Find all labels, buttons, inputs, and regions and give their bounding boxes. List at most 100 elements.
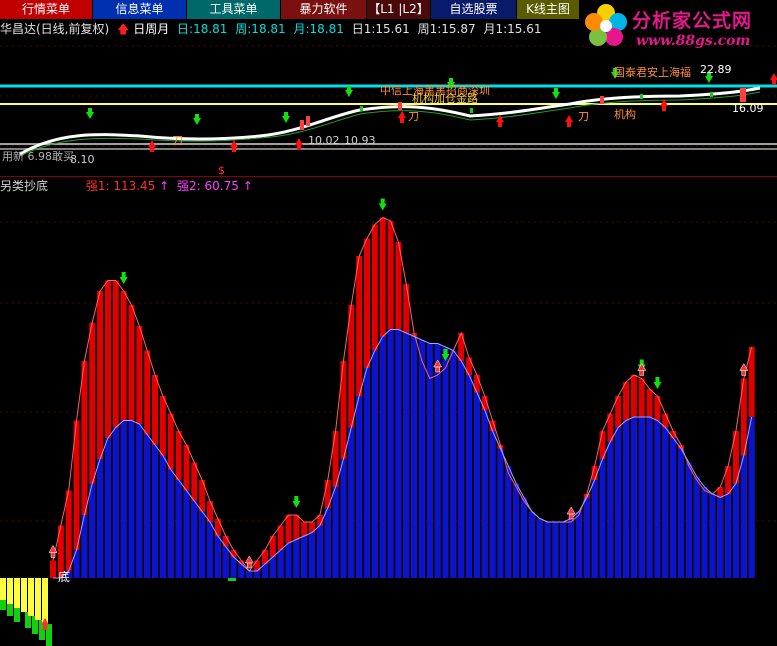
qiang2-bar [144,434,151,578]
qiang2-bar [544,522,551,578]
qiang1-value: 强1: 113.45 [85,179,156,193]
indicator-header: 另类抄底 强1: 113.45 ↑ 强2: 60.75 ↑ [0,177,253,193]
qiang2-bar [701,487,708,578]
qiang2-bar [167,469,174,578]
label-jigou: 机构 [614,107,636,121]
indicator-chart[interactable]: 底 [0,193,777,646]
qiang2-bar [112,427,119,578]
red-up-arrow-icon [244,555,254,569]
qiang2-bar [442,347,449,578]
qiang2-bar [293,539,300,578]
qiang2-bar [434,343,441,578]
kline-panel[interactable]: 中信上海黑黑招商深圳 机构加仓金路 国泰君安上海福 22.89 16.09 刀 … [0,36,777,176]
label-dao-2: 刀 [408,110,419,123]
qiang2-bar [395,329,402,578]
green-down-arrow-icon [292,496,301,508]
qiang2-bar [183,490,190,578]
qiang2-bar [254,571,261,578]
period-label: 日周月 [133,22,170,36]
month-value: 月:18.81 [293,22,344,36]
qiang2-bar [120,420,127,578]
qiang2-bar [489,431,496,578]
qiang2-bar [599,459,606,578]
qiang2-bar [89,483,96,578]
green-bar [7,604,13,616]
qiang2-bar [175,480,182,578]
dollar-icon: $ [218,164,225,176]
yellow-bar [42,578,48,624]
qiang2-bar [552,522,559,578]
menu-item[interactable]: 暴力软件 [281,0,367,19]
qiang2-bar [403,333,410,578]
green-bar [14,608,20,622]
menu-item[interactable]: 信息菜单 [93,0,187,19]
menu-item[interactable]: 【L1 |L2】 [367,0,431,19]
qiang2-bar [301,536,308,578]
label-dao-1: 刀 [172,134,183,147]
qiang2-bar [725,494,732,578]
qiang2-bar [717,497,724,578]
qiang2-bar [607,441,614,578]
menu-item[interactable]: 行情菜单 [0,0,93,19]
label-bottom-left: 用新 6.98敢买 [2,149,74,163]
up-arrow-icon: 🡅 [117,22,130,36]
yellow-bar [7,578,13,604]
qiang2-bar [356,396,363,578]
yellow-bar [28,578,34,616]
qiang2-bar [646,417,653,578]
qiang2-bar [348,427,355,578]
qiang2-bar [128,420,135,578]
label-jiqi: 机构加仓金路 [412,91,478,105]
qiang2-bar [575,511,582,578]
qiang2-bar [97,459,104,578]
menu-item[interactable]: 工具菜单 [187,0,281,19]
day-value: 日:18.81 [177,22,228,36]
day1-value: 日1:15.61 [351,22,410,36]
qiang2-bar [418,340,425,578]
green-down-arrow-icon [653,377,662,389]
label-guotai: 国泰君安上海福 [614,65,691,79]
yellow-bar [0,578,6,600]
qiang2-bar [324,508,331,578]
logo-title: 分析家公式网 [632,10,753,32]
qiang2-bar [316,525,323,578]
qiang2-bar [246,571,253,578]
label-price-1093: 10.93 [344,134,376,147]
qiang2-bar [740,455,747,578]
qiang2-bar [340,459,347,578]
qiang2-bar [214,536,221,578]
label-price-1002: 10.02 [308,134,340,147]
qiang2-bar [269,557,276,578]
qiang2-bar [309,532,316,578]
qiang2-bar [709,494,716,578]
qiang2-bar [528,511,535,578]
qiang2-bar [199,511,206,578]
menu-item[interactable]: 自选股票 [431,0,517,19]
qiang2-bar [630,417,637,578]
qiang2-bar [458,361,465,578]
qiang2-bar [371,350,378,578]
label-price-2289: 22.89 [700,63,732,76]
qiang2-bar [285,543,292,578]
qiang2-bar [277,550,284,578]
qiang2-bar [481,410,488,578]
qiang2-bar [411,336,418,578]
qiang2-bar [505,466,512,578]
up-arrow-icon: ↑ [242,179,253,193]
label-price-1609: 16.09 [732,102,764,115]
info-bar: 华昌达(日线,前复权) 🡅 日周月 日:18.81 周:18.81 月:18.8… [0,20,546,36]
label-dao-3: 刀 [578,110,589,123]
green-bar [0,600,6,610]
stock-name: 华昌达(日线,前复权) [0,22,110,36]
menu-item[interactable]: K线主图 [517,0,580,19]
qiang2-bar [615,427,622,578]
qiang2-bar [638,417,645,578]
qiang2-bar [136,424,143,578]
green-down-arrow-icon [378,198,387,211]
qiang2-bar [521,497,527,578]
qiang2-bar [207,522,213,578]
qiang2-bar [332,487,339,578]
qiang2-bar [387,329,394,578]
qiang2-bar [693,476,700,578]
qiang2-bar [591,480,598,578]
